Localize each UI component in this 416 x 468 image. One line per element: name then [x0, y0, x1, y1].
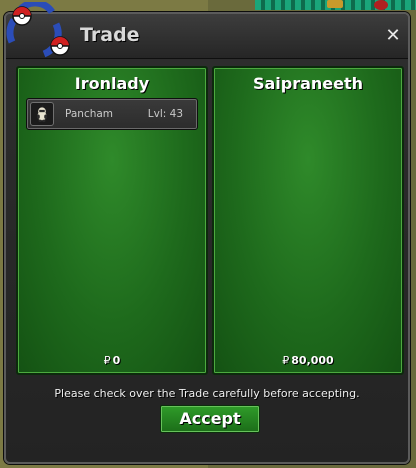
currency-icon: ₽ — [103, 354, 111, 367]
money-left: ₽0 — [18, 354, 206, 367]
money-amount-left: 0 — [112, 354, 121, 367]
close-icon[interactable]: ✕ — [384, 27, 402, 45]
trade-dialog: Trade ✕ Ironlady Pancham Lvl: 43 ₽ 0 Sai… — [4, 2, 410, 464]
pancham-sprite-icon — [30, 102, 54, 126]
dialog-title: Trade — [80, 24, 140, 46]
trade-notice: Please check over the Trade carefully be… — [54, 387, 360, 400]
item-level: Lvl: 43 — [147, 108, 183, 120]
accept-button[interactable]: Accept — [160, 405, 260, 433]
trade-panel-right: Saipraneeth ₽80,000 — [212, 66, 404, 375]
money-amount-right: 80,000 — [291, 354, 334, 367]
world-object — [327, 0, 343, 8]
money-right: ₽80,000 — [214, 354, 402, 367]
world-object — [374, 0, 388, 10]
player-name-left: Ironlady — [74, 74, 150, 93]
pokeball-arrows-icon — [6, 2, 70, 58]
trade-panel-left: Ironlady Pancham Lvl: 43 ₽0 — [16, 66, 208, 375]
trade-item-pancham[interactable]: Pancham Lvl: 43 — [26, 98, 198, 130]
player-name-right: Saipraneeth — [252, 74, 364, 93]
currency-icon: ₽ — [282, 354, 290, 367]
item-name: Pancham — [65, 108, 114, 120]
